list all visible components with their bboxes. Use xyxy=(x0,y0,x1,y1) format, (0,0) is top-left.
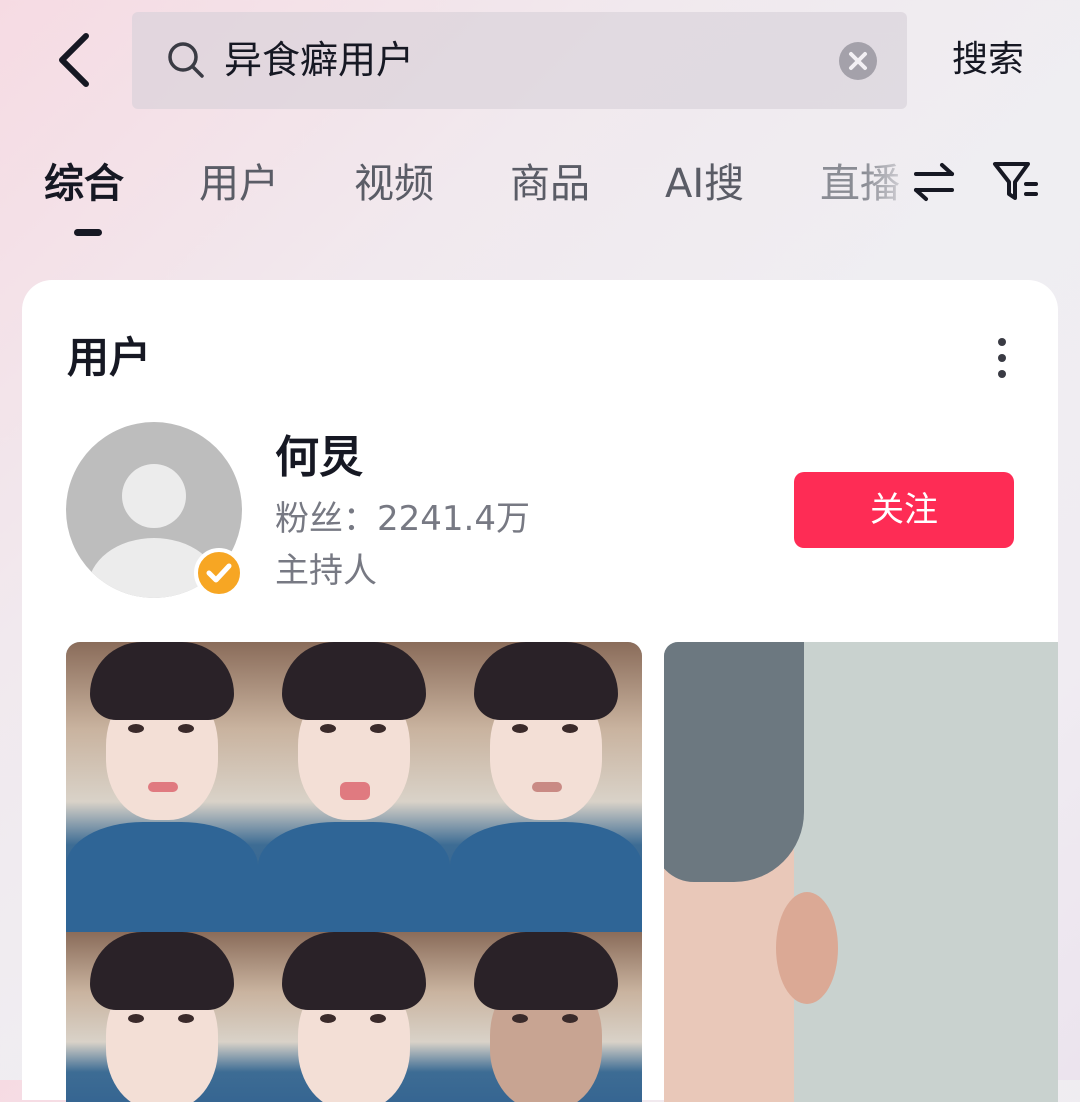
video-thumbnail[interactable] xyxy=(664,642,1058,1102)
user-name[interactable]: 何炅 xyxy=(275,428,363,488)
search-button[interactable]: 搜索 xyxy=(952,32,1024,88)
user-result-card: 用户 何炅 粉丝：2241.4万 主持人 关注 xyxy=(22,280,1058,1102)
fans-count: 粉丝：2241.4万 xyxy=(275,499,530,539)
thumbnail-hair xyxy=(664,642,804,882)
tab-videos[interactable]: 视频 xyxy=(354,156,434,212)
clear-icon[interactable] xyxy=(839,42,877,80)
back-chevron-icon[interactable] xyxy=(48,28,108,92)
tab-ai-search[interactable]: AI搜 xyxy=(665,156,744,212)
verified-check-icon xyxy=(194,548,244,598)
tab-products[interactable]: 商品 xyxy=(510,156,590,212)
collage-cell xyxy=(66,642,258,932)
more-vertical-icon[interactable] xyxy=(990,336,1014,380)
user-role: 主持人 xyxy=(275,551,377,591)
collage-cell xyxy=(450,932,642,1102)
collage-cell xyxy=(258,932,450,1102)
section-title: 用户 xyxy=(67,333,152,382)
avatar-head xyxy=(122,464,186,528)
tab-users[interactable]: 用户 xyxy=(199,156,279,212)
swap-icon[interactable] xyxy=(910,160,958,204)
video-thumbnail-collage[interactable] xyxy=(66,642,642,1102)
top-bar: 异食癖用户 搜索 xyxy=(0,0,1080,120)
filter-icon[interactable] xyxy=(990,156,1040,206)
search-bar[interactable]: 异食癖用户 xyxy=(132,12,907,109)
search-icon xyxy=(168,42,204,78)
active-tab-indicator xyxy=(74,229,102,236)
collage-cell xyxy=(66,932,258,1102)
thumbnail-ear xyxy=(776,892,838,1004)
tab-live[interactable]: 直播 xyxy=(820,156,918,212)
collage-cell xyxy=(450,642,642,932)
search-input[interactable]: 异食癖用户 xyxy=(224,30,414,90)
follow-button[interactable]: 关注 xyxy=(794,472,1014,548)
collage-cell xyxy=(258,642,450,932)
tab-comprehensive[interactable]: 综合 xyxy=(44,156,124,212)
